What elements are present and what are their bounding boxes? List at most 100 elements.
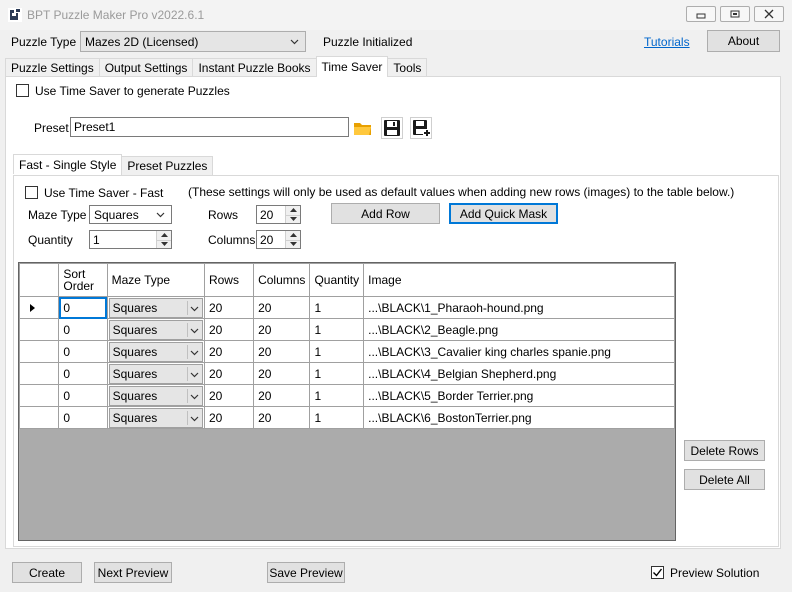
spin-down-icon[interactable] xyxy=(157,239,171,249)
use-fast-checkbox[interactable] xyxy=(25,186,38,199)
table-row[interactable]: 0 Squares 20 20 1 ...\BLACK\6_BostonTerrier.p… xyxy=(19,406,675,429)
cell-rows[interactable]: 20 xyxy=(203,362,255,385)
cell-maze-type[interactable]: Squares xyxy=(106,384,205,407)
cell-columns[interactable]: 20 xyxy=(253,340,311,363)
table-row[interactable]: 0 Squares 20 20 1 ...\BLACK\1_Pharaoh-hound.p… xyxy=(19,296,675,319)
row-header[interactable] xyxy=(19,340,60,363)
column-header-rows[interactable]: Rows xyxy=(203,263,255,297)
maze-type-label: Maze Type xyxy=(28,208,87,222)
cell-quantity[interactable]: 1 xyxy=(309,340,365,363)
column-header-sort-order[interactable]: Sort Order xyxy=(58,263,108,297)
cell-rows[interactable]: 20 xyxy=(203,406,255,429)
cell-columns[interactable]: 20 xyxy=(253,384,311,407)
maximize-icon xyxy=(730,10,740,18)
row-header[interactable] xyxy=(19,362,60,385)
cell-image[interactable]: ...\BLACK\2_Beagle.png xyxy=(363,318,675,341)
cell-sort-order[interactable]: 0 xyxy=(58,340,108,363)
column-header-image[interactable]: Image xyxy=(363,263,675,297)
tab-fast-single-style[interactable]: Fast - Single Style xyxy=(13,154,123,174)
cell-rows[interactable]: 20 xyxy=(203,384,255,407)
create-button[interactable]: Create xyxy=(12,562,82,583)
minimize-icon xyxy=(696,13,706,19)
open-folder-icon[interactable] xyxy=(352,117,374,139)
table-row[interactable]: 0 Squares 20 20 1 ...\BLACK\2_Beagle.png xyxy=(19,318,675,341)
chevron-down-icon xyxy=(190,394,199,399)
quantity-stepper[interactable]: 1 xyxy=(89,230,172,249)
table-row[interactable]: 0 Squares 20 20 1 ...\BLACK\4_Belgian Shepher… xyxy=(19,362,675,385)
spin-up-icon[interactable] xyxy=(157,231,171,240)
row-header[interactable] xyxy=(19,296,60,319)
tab-instant-puzzle-books[interactable]: Instant Puzzle Books xyxy=(192,58,317,77)
cell-quantity[interactable]: 1 xyxy=(309,362,365,385)
cell-maze-type[interactable]: Squares xyxy=(106,296,205,319)
cell-quantity[interactable]: 1 xyxy=(309,406,365,429)
column-header-maze-type[interactable]: Maze Type xyxy=(106,263,205,297)
cell-maze-type[interactable]: Squares xyxy=(106,318,205,341)
use-time-saver-label: Use Time Saver to generate Puzzles xyxy=(35,84,230,98)
cell-image[interactable]: ...\BLACK\5_Border Terrier.png xyxy=(363,384,675,407)
delete-all-button[interactable]: Delete All xyxy=(684,469,765,490)
preview-solution-checkbox[interactable] xyxy=(651,566,664,579)
cell-columns[interactable]: 20 xyxy=(253,318,311,341)
cell-sort-order[interactable]: 0 xyxy=(58,406,108,429)
cell-maze-type[interactable]: Squares xyxy=(106,362,205,385)
columns-stepper[interactable]: 20 xyxy=(256,230,301,249)
spin-down-icon[interactable] xyxy=(286,239,300,249)
save-as-icon[interactable] xyxy=(410,117,432,139)
cell-maze-type[interactable]: Squares xyxy=(106,406,205,429)
about-button[interactable]: About xyxy=(707,30,780,52)
cell-sort-order[interactable]: 0 xyxy=(58,296,108,319)
next-preview-button[interactable]: Next Preview xyxy=(94,562,172,583)
row-header[interactable] xyxy=(19,318,60,341)
add-row-button[interactable]: Add Row xyxy=(331,203,440,224)
cell-sort-order[interactable]: 0 xyxy=(58,384,108,407)
table-row[interactable]: 0 Squares 20 20 1 ...\BLACK\3_Cavalier king c… xyxy=(19,340,675,363)
cell-columns[interactable]: 20 xyxy=(253,296,311,319)
add-quick-mask-button[interactable]: Add Quick Mask xyxy=(449,203,558,224)
maze-type-select[interactable]: Squares xyxy=(89,205,172,224)
cell-sort-order[interactable]: 0 xyxy=(58,318,108,341)
table-row[interactable]: 0 Squares 20 20 1 ...\BLACK\5_Border Terrier.… xyxy=(19,384,675,407)
tab-time-saver[interactable]: Time Saver xyxy=(315,56,389,77)
tutorials-link[interactable]: Tutorials xyxy=(644,35,690,49)
cell-sort-order[interactable]: 0 xyxy=(58,362,108,385)
delete-rows-button[interactable]: Delete Rows xyxy=(684,440,765,461)
cell-image[interactable]: ...\BLACK\1_Pharaoh-hound.png xyxy=(363,296,675,319)
row-header[interactable] xyxy=(19,384,60,407)
sub-tabs: Fast - Single Style Preset Puzzles xyxy=(13,154,214,175)
cell-quantity[interactable]: 1 xyxy=(309,296,365,319)
save-icon[interactable] xyxy=(381,117,403,139)
cell-columns[interactable]: 20 xyxy=(253,406,311,429)
use-time-saver-checkbox[interactable] xyxy=(16,84,29,97)
spin-up-icon[interactable] xyxy=(286,206,300,215)
preset-input[interactable]: Preset1 xyxy=(70,117,349,137)
cell-maze-type[interactable]: Squares xyxy=(106,340,205,363)
cell-image[interactable]: ...\BLACK\3_Cavalier king charles spanie… xyxy=(363,340,675,363)
tab-puzzle-settings[interactable]: Puzzle Settings xyxy=(5,58,100,77)
tab-tools[interactable]: Tools xyxy=(387,58,428,77)
defaults-note: (These settings will only be used as def… xyxy=(188,185,735,199)
column-header-columns[interactable]: Columns xyxy=(253,263,311,297)
cell-quantity[interactable]: 1 xyxy=(309,318,365,341)
puzzle-type-select[interactable]: Mazes 2D (Licensed) xyxy=(80,31,306,52)
cell-rows[interactable]: 20 xyxy=(203,318,255,341)
save-preview-button[interactable]: Save Preview xyxy=(267,562,345,583)
cell-columns[interactable]: 20 xyxy=(253,362,311,385)
tab-preset-puzzles[interactable]: Preset Puzzles xyxy=(121,156,214,175)
spin-up-icon[interactable] xyxy=(286,231,300,240)
columns-value: 20 xyxy=(260,232,274,247)
minimize-button[interactable] xyxy=(686,6,716,22)
cell-rows[interactable]: 20 xyxy=(203,296,255,319)
row-header[interactable] xyxy=(19,406,60,429)
spin-down-icon[interactable] xyxy=(286,214,300,224)
cell-quantity[interactable]: 1 xyxy=(309,384,365,407)
maximize-button[interactable] xyxy=(720,6,750,22)
close-button[interactable] xyxy=(754,6,784,22)
tab-output-settings[interactable]: Output Settings xyxy=(98,58,194,77)
cell-image[interactable]: ...\BLACK\4_Belgian Shepherd.png xyxy=(363,362,675,385)
cell-image[interactable]: ...\BLACK\6_BostonTerrier.png xyxy=(363,406,675,429)
rows-stepper[interactable]: 20 xyxy=(256,205,301,224)
puzzle-type-value: Mazes 2D (Licensed) xyxy=(85,34,199,49)
column-header-quantity[interactable]: Quantity xyxy=(309,263,365,297)
cell-rows[interactable]: 20 xyxy=(203,340,255,363)
